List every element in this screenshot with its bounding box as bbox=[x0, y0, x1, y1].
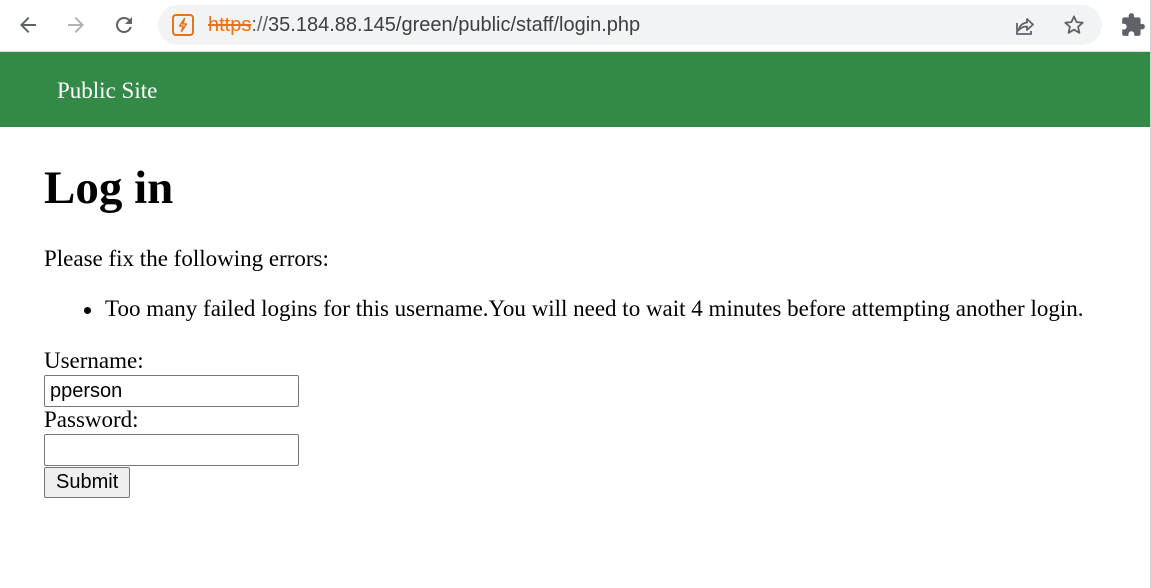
share-icon[interactable] bbox=[1013, 14, 1037, 38]
url-text[interactable]: https://35.184.88.145/green/public/staff… bbox=[208, 5, 640, 45]
error-message: Too many failed logins for this username… bbox=[105, 296, 1084, 321]
puzzle-piece-icon[interactable] bbox=[1120, 12, 1146, 38]
browser-window: https://35.184.88.145/green/public/staff… bbox=[0, 0, 1151, 588]
error-item: Too many failed logins for this username… bbox=[44, 295, 1083, 323]
errors-heading: Please fix the following errors: bbox=[44, 246, 329, 271]
password-label: Password: bbox=[44, 407, 139, 432]
username-label: Username: bbox=[44, 348, 144, 373]
reload-icon bbox=[115, 16, 132, 33]
bullet-icon bbox=[84, 307, 91, 314]
star-icon[interactable] bbox=[1062, 13, 1086, 37]
browser-toolbar: https://35.184.88.145/green/public/staff… bbox=[0, 0, 1150, 52]
url-separator: :// bbox=[251, 14, 269, 36]
not-secure-icon[interactable] bbox=[172, 14, 194, 36]
reload-button[interactable] bbox=[107, 8, 141, 42]
url-scheme: https bbox=[208, 14, 252, 36]
public-site-link[interactable]: Public Site bbox=[57, 52, 157, 127]
address-bar[interactable]: https://35.184.88.145/green/public/staff… bbox=[158, 5, 1102, 45]
back-arrow-icon bbox=[20, 17, 36, 33]
site-header: Public Site bbox=[0, 52, 1150, 127]
errors-list: Too many failed logins for this username… bbox=[44, 295, 1083, 323]
submit-button[interactable]: Submit bbox=[44, 467, 131, 498]
forward-button[interactable] bbox=[59, 8, 93, 42]
username-input[interactable] bbox=[44, 375, 299, 407]
back-button[interactable] bbox=[11, 8, 45, 42]
forward-arrow-icon bbox=[68, 17, 84, 33]
password-input[interactable] bbox=[44, 434, 299, 466]
url-path: 35.184.88.145/green/public/staff/login.p… bbox=[268, 14, 641, 36]
page-title: Log in bbox=[44, 162, 174, 214]
